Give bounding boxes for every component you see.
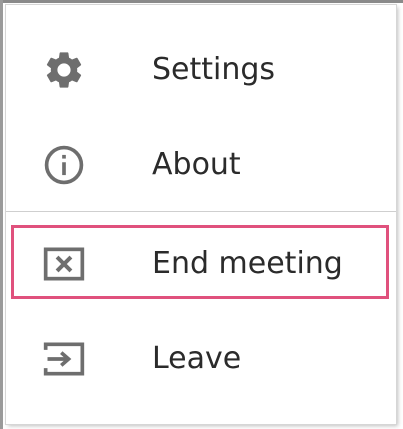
overflow-menu: Settings About End meeting Leave xyxy=(6,5,396,424)
menu-item-settings[interactable]: Settings xyxy=(6,22,396,118)
menu-item-label: Leave xyxy=(152,341,242,376)
menu-item-end-meeting[interactable]: End meeting xyxy=(6,216,396,312)
window-edge-top xyxy=(0,0,403,3)
menu-item-label: About xyxy=(152,147,241,182)
menu-item-leave[interactable]: Leave xyxy=(6,311,396,407)
info-icon xyxy=(42,143,86,187)
window-edge-left xyxy=(0,0,3,429)
exit-icon xyxy=(42,337,86,381)
gear-icon xyxy=(42,48,86,92)
screen: Settings About End meeting Leave xyxy=(0,0,403,429)
menu-item-label: Settings xyxy=(152,52,276,87)
menu-divider xyxy=(6,211,396,212)
close-box-icon xyxy=(42,242,86,286)
menu-item-label: End meeting xyxy=(152,246,343,281)
menu-item-about[interactable]: About xyxy=(6,117,396,213)
